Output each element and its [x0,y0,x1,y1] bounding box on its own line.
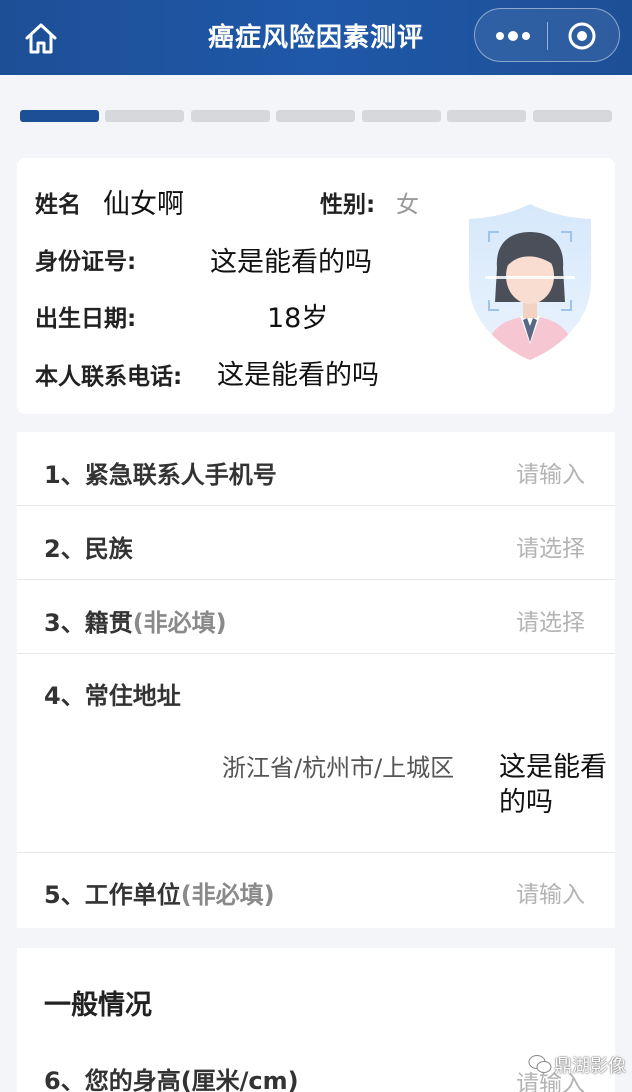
row-label: 4、常住地址 [44,682,181,710]
female-avatar-shield-icon [469,204,591,360]
gender-label: 性别: [320,192,376,218]
progress-segment [191,110,270,122]
progress-segment [362,110,441,122]
gender-value: 女 [396,192,419,218]
row-label: 1、紧急联系人手机号 [44,461,277,489]
emergency-phone-input[interactable]: 请输入 [516,455,585,489]
address-detail-text: 这是能看的吗 [499,752,607,818]
progress-segment [20,110,99,122]
birth-date-label: 出生日期: [35,306,137,332]
target-circle-icon[interactable] [567,21,597,51]
progress-segment [105,110,184,122]
phone-label: 本人联系电话: [35,364,183,390]
name-value: 仙女啊 [103,189,184,220]
form-row-ethnicity[interactable]: 2、民族 请选择 [17,506,615,580]
general-info-section: 一般情况 6、您的身高(厘米/cm) 请输入 [17,948,615,1092]
mini-program-capsule [474,8,620,62]
progress-segment [447,110,526,122]
name-label: 姓名 [35,192,81,218]
id-number-label: 身份证号: [35,249,137,275]
wechat-logo-icon [528,1055,552,1073]
phone-value: 这是能看的吗 [217,360,379,391]
step-progress-bar [20,110,612,122]
row-label: 3、籍贯(非必填) [44,609,227,637]
basic-info-form: 1、紧急联系人手机号 请输入 2、民族 请选择 3、籍贯(非必填) 请选择 4、… [17,432,615,928]
optional-hint: (非必填) [180,881,275,909]
watermark-text: 鼎湖影像 [554,1056,626,1077]
height-question-label: 6、您的身高(厘米/cm) [44,1067,299,1092]
row-label: 2、民族 [44,535,133,563]
form-row-native-place[interactable]: 3、籍贯(非必填) 请选择 [17,580,615,654]
id-number-value: 这是能看的吗 [210,247,372,278]
native-place-select[interactable]: 请选择 [516,603,585,637]
progress-segment [533,110,612,122]
capsule-divider [547,22,548,50]
optional-hint: (非必填) [132,609,227,637]
profile-card: 姓名 仙女啊 性别: 女 身份证号: 这是能看的吗 出生日期: 18岁 本人联系… [17,158,615,414]
address-value[interactable]: 浙江省/杭州市/上城区 [222,748,454,783]
ethnicity-select[interactable]: 请选择 [516,529,585,563]
form-row-emergency-phone[interactable]: 1、紧急联系人手机号 请输入 [17,432,615,506]
form-row-address[interactable]: 4、常住地址 浙江省/杭州市/上城区 这是能看的吗 [17,654,615,853]
birth-date-value: 18岁 [267,303,329,334]
workplace-input[interactable]: 请输入 [516,875,585,909]
row-label: 5、工作单位(非必填) [44,881,275,909]
more-dots-icon[interactable] [495,29,531,43]
form-row-workplace[interactable]: 5、工作单位(非必填) 请输入 [17,853,615,928]
section-title: 一般情况 [44,990,152,1021]
nav-header: 癌症风险因素测评 [0,0,632,75]
progress-segment [276,110,355,122]
